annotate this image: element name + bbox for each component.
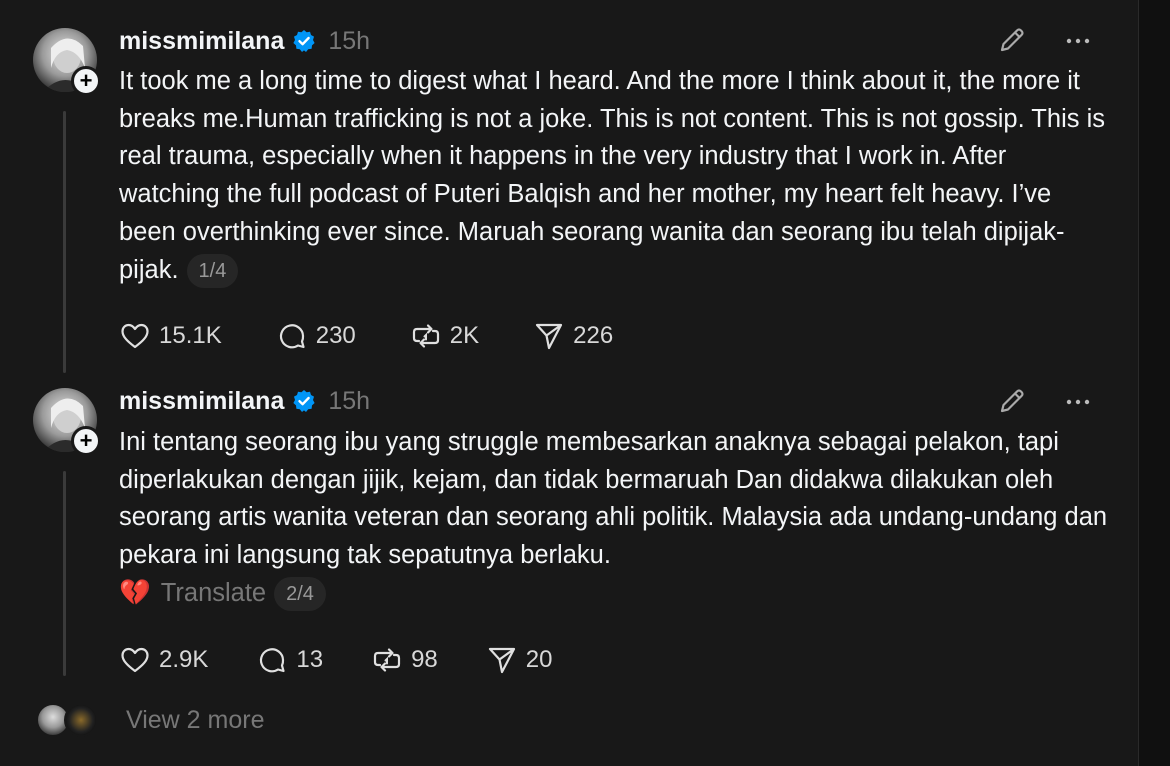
like-button[interactable]: 15.1K bbox=[119, 320, 222, 352]
thread-panel: + missmimilana 15h It took me a long tim… bbox=[0, 0, 1138, 766]
view-more-link[interactable]: View 2 more bbox=[126, 706, 265, 735]
verified-badge-icon bbox=[293, 30, 315, 52]
repost-icon bbox=[373, 648, 401, 672]
post-header: missmimilana 15h bbox=[119, 26, 370, 56]
page-indicator: 2/4 bbox=[274, 577, 326, 612]
heart-icon bbox=[121, 647, 149, 673]
username[interactable]: missmimilana bbox=[119, 387, 284, 416]
follow-plus-icon[interactable]: + bbox=[71, 66, 101, 96]
reply-button[interactable]: 230 bbox=[276, 320, 356, 352]
post-body: Ini tentang seorang ibu yang struggle me… bbox=[119, 424, 1109, 613]
broken-heart-emoji: 💔 bbox=[119, 578, 151, 607]
translate-link[interactable]: Translate bbox=[161, 579, 266, 607]
like-count: 15.1K bbox=[159, 322, 222, 349]
like-button[interactable]: 2.9K bbox=[119, 644, 208, 676]
post-text: Ini tentang seorang ibu yang struggle me… bbox=[119, 428, 1108, 570]
thread-connector bbox=[63, 471, 66, 676]
reply-count: 13 bbox=[296, 646, 324, 673]
reply-avatar bbox=[64, 703, 98, 737]
post-text: It took me a long time to digest what I … bbox=[119, 67, 1105, 284]
post-time: 15h bbox=[328, 386, 371, 415]
right-gutter bbox=[1138, 0, 1170, 766]
share-button[interactable]: 226 bbox=[533, 320, 613, 352]
send-icon bbox=[488, 647, 515, 674]
repost-button[interactable]: 2K bbox=[410, 320, 479, 352]
page-indicator: 1/4 bbox=[186, 253, 239, 288]
username[interactable]: missmimilana bbox=[119, 27, 284, 56]
post-time: 15h bbox=[328, 26, 371, 55]
send-icon bbox=[536, 323, 563, 350]
more-options-icon[interactable] bbox=[1062, 386, 1094, 418]
share-count: 226 bbox=[573, 322, 614, 349]
reply-count: 230 bbox=[315, 322, 356, 349]
comment-icon bbox=[279, 324, 305, 349]
post-actions: 15.1K 230 2K 226 bbox=[119, 318, 667, 354]
repost-count: 2K bbox=[449, 322, 480, 349]
heart-icon bbox=[121, 323, 149, 349]
edit-pencil-icon[interactable] bbox=[996, 385, 1028, 417]
share-button[interactable]: 20 bbox=[486, 644, 553, 676]
comment-icon bbox=[260, 648, 285, 673]
thread-connector bbox=[63, 111, 66, 373]
post-actions: 2.9K 13 98 20 bbox=[119, 642, 606, 678]
reply-button[interactable]: 13 bbox=[256, 644, 323, 676]
repost-button[interactable]: 98 bbox=[371, 644, 438, 676]
edit-pencil-icon[interactable] bbox=[996, 24, 1028, 56]
share-count: 20 bbox=[525, 646, 553, 673]
more-options-icon[interactable] bbox=[1062, 25, 1094, 57]
repost-icon bbox=[412, 324, 439, 348]
post-header: missmimilana 15h bbox=[119, 386, 370, 416]
view-more-replies[interactable]: View 2 more bbox=[36, 700, 265, 740]
post-body: It took me a long time to digest what I … bbox=[119, 63, 1109, 289]
like-count: 2.9K bbox=[159, 646, 209, 673]
repost-count: 98 bbox=[411, 646, 438, 673]
verified-badge-icon bbox=[293, 390, 315, 412]
follow-plus-icon[interactable]: + bbox=[71, 426, 101, 456]
